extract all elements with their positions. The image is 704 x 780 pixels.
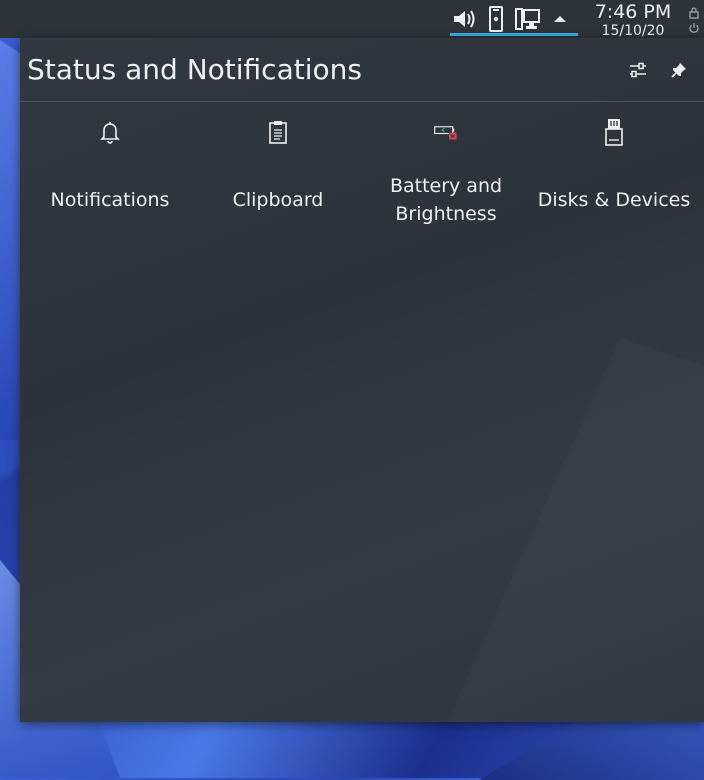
status-notifications-popup: Status and Notifications Notifications C… [20,38,704,722]
system-tray [450,4,578,34]
power-icon[interactable] [686,20,702,36]
lock-icon[interactable] [686,4,702,20]
applet-clipboard[interactable]: Clipboard [194,108,362,248]
digital-clock[interactable]: 7:46 PM 15/10/20 [588,1,678,40]
background-facet [440,338,704,722]
applet-label: Notifications [50,189,170,211]
applet-grid: Notifications Clipboard Battery and Brig… [20,108,704,248]
top-panel: 7:46 PM 15/10/20 [0,0,704,40]
network-wired-icon[interactable] [514,5,542,33]
applet-disks-devices[interactable]: Disks & Devices [530,108,698,248]
pin-icon[interactable] [667,58,691,82]
applet-battery-brightness[interactable]: Battery and Brightness [362,108,530,248]
applet-label: Disks & Devices [537,189,691,211]
expand-arrow-icon[interactable] [546,5,574,33]
applet-notifications[interactable]: Notifications [26,108,194,248]
configure-icon[interactable] [626,58,650,82]
applet-label-line2: Brightness [395,203,497,225]
bell-icon [98,118,122,146]
popup-header: Status and Notifications [20,38,704,102]
clock-date: 15/10/20 [601,23,665,39]
clipboard-icon [266,118,290,146]
drive-removable-icon [602,118,626,146]
session-buttons [686,4,702,36]
active-indicator [450,33,578,36]
volume-icon[interactable] [450,5,478,33]
kdeconnect-phone-icon[interactable] [482,5,510,33]
clock-time: 7:46 PM [594,1,672,23]
applet-label: Clipboard [232,189,324,211]
popup-title: Status and Notifications [27,53,362,86]
applet-label-line1: Battery and [389,175,503,197]
battery-missing-icon [434,118,458,146]
